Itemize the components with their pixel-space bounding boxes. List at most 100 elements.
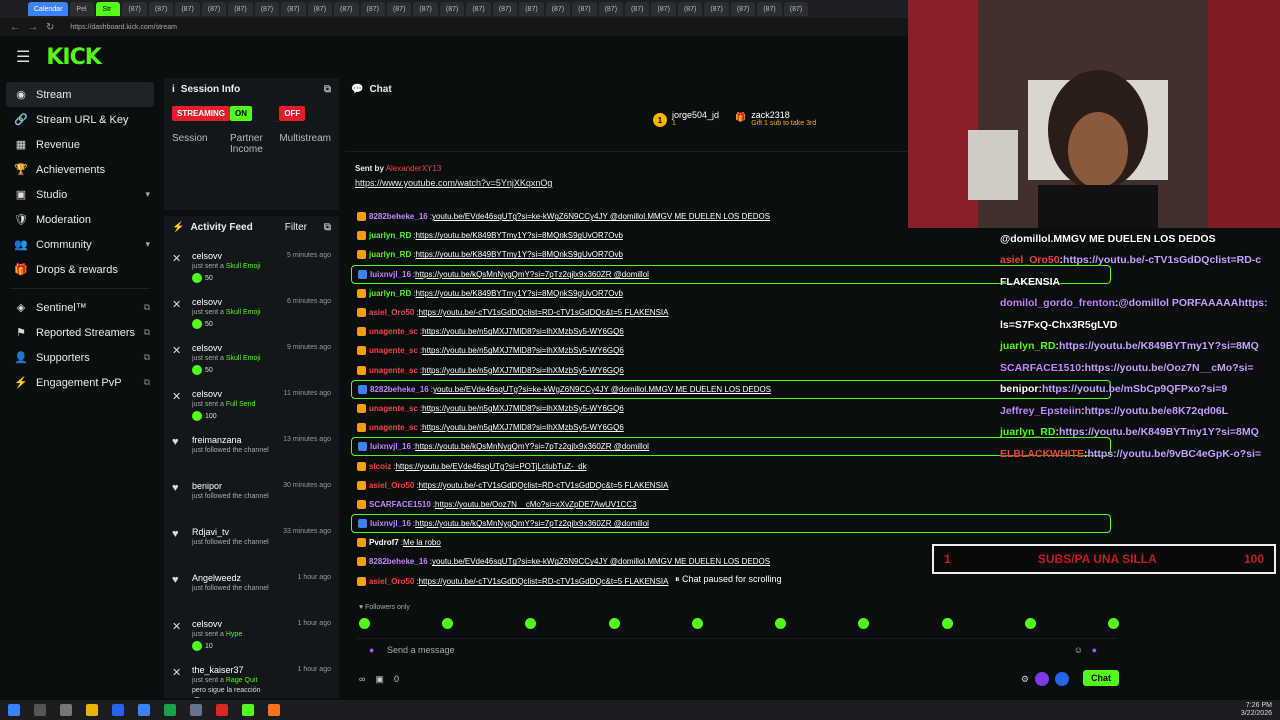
browser-tab[interactable]: (87) xyxy=(122,2,147,16)
chat-message[interactable]: juarlyn_RD: https://youtu.be/K849BYTmy1Y… xyxy=(351,245,916,264)
browser-tab[interactable]: (87) xyxy=(281,2,306,16)
browser-tab[interactable]: (87) xyxy=(783,2,809,16)
chat-message[interactable]: SCARFACE1510: https://youtu.be/Ooz7N__cM… xyxy=(351,495,916,514)
chat-username[interactable]: slcoiz xyxy=(369,462,391,471)
chat-username[interactable]: asiel_Oro50 xyxy=(369,308,414,317)
chat-username[interactable]: unagente_sc xyxy=(369,327,418,336)
browser-tab[interactable]: (87) xyxy=(201,2,227,16)
activity-item[interactable]: ♥ Angelweedz just followed the channel 1 ho… xyxy=(164,568,339,614)
sidebar-item-community[interactable]: 👥 Community ▾ xyxy=(0,232,160,257)
chevron-down-icon[interactable]: ▾ xyxy=(145,189,150,200)
activity-item[interactable]: ♥ benipor just followed the channel 30 minu… xyxy=(164,476,339,522)
chrome-icon[interactable] xyxy=(112,704,124,716)
back-icon[interactable]: ← xyxy=(10,22,20,33)
emote-icon[interactable] xyxy=(858,618,870,629)
chat-message[interactable]: unagente_sc: https://youtu.be/n5gMXJ7MlD… xyxy=(351,341,916,360)
chat-message-text[interactable]: youtu.be/EVde46sqUTg?si=ke-kWgZ6N9CCy4JY… xyxy=(432,212,770,221)
menu-icon[interactable]: ☰ xyxy=(16,47,30,67)
activity-item[interactable]: ♥ Rdjavi_tv just followed the channel 33 mi… xyxy=(164,522,339,568)
browser-tab[interactable]: (87) xyxy=(730,2,756,16)
chat-message-text[interactable]: https://youtu.be/n5gMXJ7MlD8?si=lhXMzbSy… xyxy=(422,404,624,413)
chat-message[interactable]: unagente_sc: https://youtu.be/n5gMXJ7MlD… xyxy=(351,399,916,418)
chat-message-text[interactable]: https://youtu.be/n5gMXJ7MlD8?si=lhXMzbSy… xyxy=(422,346,624,355)
chat-message[interactable]: Pvdrof7: Me la robo xyxy=(351,533,916,552)
7tv-icon[interactable] xyxy=(1035,672,1049,686)
chat-username[interactable]: luixnvjl_16 xyxy=(370,519,411,528)
system-clock[interactable]: 7:26 PM 3/22/2026 xyxy=(1241,702,1272,718)
chat-message[interactable]: asiel_Oro50: https://youtu.be/-cTV1sGdDQ… xyxy=(351,476,916,495)
chat-message-text[interactable]: https://youtu.be/n5gMXJ7MlD8?si=lhXMzbSy… xyxy=(422,423,624,432)
browser-tab[interactable]: (87) xyxy=(307,2,333,16)
chevron-down-icon[interactable]: ▾ xyxy=(145,239,150,250)
emote-icon[interactable] xyxy=(1024,618,1036,629)
browser-tab[interactable]: (87) xyxy=(228,2,253,16)
chat-username[interactable]: Pvdrof7 xyxy=(369,538,399,547)
sidebar-item-stream-url-key[interactable]: 🔗 Stream URL & Key xyxy=(0,107,160,132)
url-field[interactable]: https://dashboard.kick.com/stream xyxy=(70,24,177,31)
browser-tab[interactable]: (87) xyxy=(360,2,385,16)
browser-tab[interactable]: (87) xyxy=(625,2,650,16)
windows-start-icon[interactable] xyxy=(8,704,20,716)
emote-icon[interactable] xyxy=(775,618,787,629)
emote-icon[interactable] xyxy=(691,618,703,629)
chat-message-text[interactable]: https://youtu.be/K849BYTmy1Y?si=8MQnkS9g… xyxy=(415,250,622,259)
kick-logo[interactable]: KICK xyxy=(46,45,101,70)
chat-username[interactable]: juarlyn_RD xyxy=(369,289,411,298)
profile-icon[interactable] xyxy=(1055,672,1069,686)
chat-message-text[interactable]: https://youtu.be/kQsMnNygQmY?si=7pTz2qjl… xyxy=(415,270,649,279)
browser-tab[interactable]: Pel xyxy=(70,2,95,16)
chat-message[interactable]: slcoiz: https://youtu.be/EVde46sqUTg?si=… xyxy=(351,456,916,475)
sidebar-item-reported-streamers[interactable]: ⚑ Reported Streamers ⧉ xyxy=(0,320,160,345)
reload-icon[interactable]: ↻ xyxy=(46,22,54,33)
filter-button[interactable]: Filter xyxy=(285,222,307,233)
leader-2[interactable]: 🎁 zack2318 Gift 1 sub to take 3rd xyxy=(735,110,816,127)
chat-message-text[interactable]: https://youtu.be/K849BYTmy1Y?si=8MQnkS9g… xyxy=(415,289,622,298)
chat-message-text[interactable]: https://youtu.be/-cTV1sGdDQclist=RD-cTV1… xyxy=(419,308,669,317)
browser-tab[interactable]: (87) xyxy=(466,2,491,16)
popout-icon[interactable]: ⧉ xyxy=(324,84,331,95)
search-icon[interactable] xyxy=(34,704,46,716)
chat-username[interactable]: asiel_Oro50 xyxy=(369,481,414,490)
emote-icon[interactable] xyxy=(608,618,620,629)
browser-tab[interactable]: Str xyxy=(96,2,121,16)
browser-tab[interactable]: (87) xyxy=(704,2,729,16)
activity-item[interactable]: ✕ celsovv just sent a Hype 10 1 hour ago xyxy=(164,614,339,660)
emote-icon[interactable] xyxy=(1107,618,1119,629)
app-icon[interactable] xyxy=(190,704,202,716)
activity-item[interactable]: ✕ celsovv just sent a Skull Emoji 50 6 minut… xyxy=(164,292,339,338)
emote-icon[interactable] xyxy=(525,618,537,629)
chat-message-text[interactable]: https://youtu.be/Ooz7N__cMo?si=xXvZpDE7A… xyxy=(435,500,637,509)
chat-username[interactable]: asiel_Oro50 xyxy=(369,577,414,586)
browser-tab[interactable]: (87) xyxy=(598,2,624,16)
browser-tab[interactable]: (87) xyxy=(651,2,676,16)
chat-message[interactable]: unagente_sc: https://youtu.be/n5gMXJ7MlD… xyxy=(351,418,916,437)
forward-icon[interactable]: → xyxy=(28,22,38,33)
task-view-icon[interactable] xyxy=(60,704,72,716)
chat-message-text[interactable]: https://youtu.be/kQsMnNygQmY?si=7pTz2qjl… xyxy=(415,519,649,528)
chat-username[interactable]: 8282beheke_16 xyxy=(369,212,428,221)
app-icon[interactable] xyxy=(164,704,176,716)
chat-username[interactable]: 8282beheke_16 xyxy=(370,385,429,394)
chat-message-text[interactable]: https://youtu.be/EVde46sqUTg?si=POTjLctu… xyxy=(395,462,586,471)
settings-icon[interactable]: ⚙ xyxy=(1021,674,1029,685)
emoji-icon[interactable]: ☺ xyxy=(1074,645,1083,655)
chat-message[interactable]: asiel_Oro50: https://youtu.be/-cTV1sGdDQ… xyxy=(351,572,916,591)
status-badge[interactable]: ON xyxy=(230,106,252,121)
chat-input[interactable]: ● Send a message ☺ ● xyxy=(357,638,1117,660)
browser-tab[interactable]: Calendar xyxy=(28,2,69,16)
browser-tab[interactable]: (87) xyxy=(519,2,544,16)
chat-message-text[interactable]: youtu.be/EVde46sqUTg?si=ke-kWgZ6N9CCy4JY… xyxy=(432,557,770,566)
sidebar-item-stream[interactable]: ◉ Stream xyxy=(6,82,154,107)
chat-username[interactable]: juarlyn_RD xyxy=(369,250,411,259)
chat-username[interactable]: unagente_sc xyxy=(369,366,418,375)
browser-tab[interactable]: (87) xyxy=(413,2,438,16)
chat-username[interactable]: unagente_sc xyxy=(369,423,418,432)
sidebar-item-engagement-pvp[interactable]: ⚡ Engagement PvP ⧉ xyxy=(0,370,160,395)
chat-message[interactable]: juarlyn_RD: https://youtu.be/K849BYTmy1Y… xyxy=(351,284,916,303)
emote-icon[interactable] xyxy=(442,618,454,629)
sidebar-item-supporters[interactable]: 👤 Supporters ⧉ xyxy=(0,345,160,370)
browser-tab[interactable]: (87) xyxy=(386,2,412,16)
chat-message[interactable]: unagente_sc: https://youtu.be/n5gMXJ7MlD… xyxy=(351,361,916,380)
activity-item[interactable]: ♥ freimanzana just followed the channel 13 … xyxy=(164,430,339,476)
chat-username[interactable]: SCARFACE1510 xyxy=(369,500,431,509)
